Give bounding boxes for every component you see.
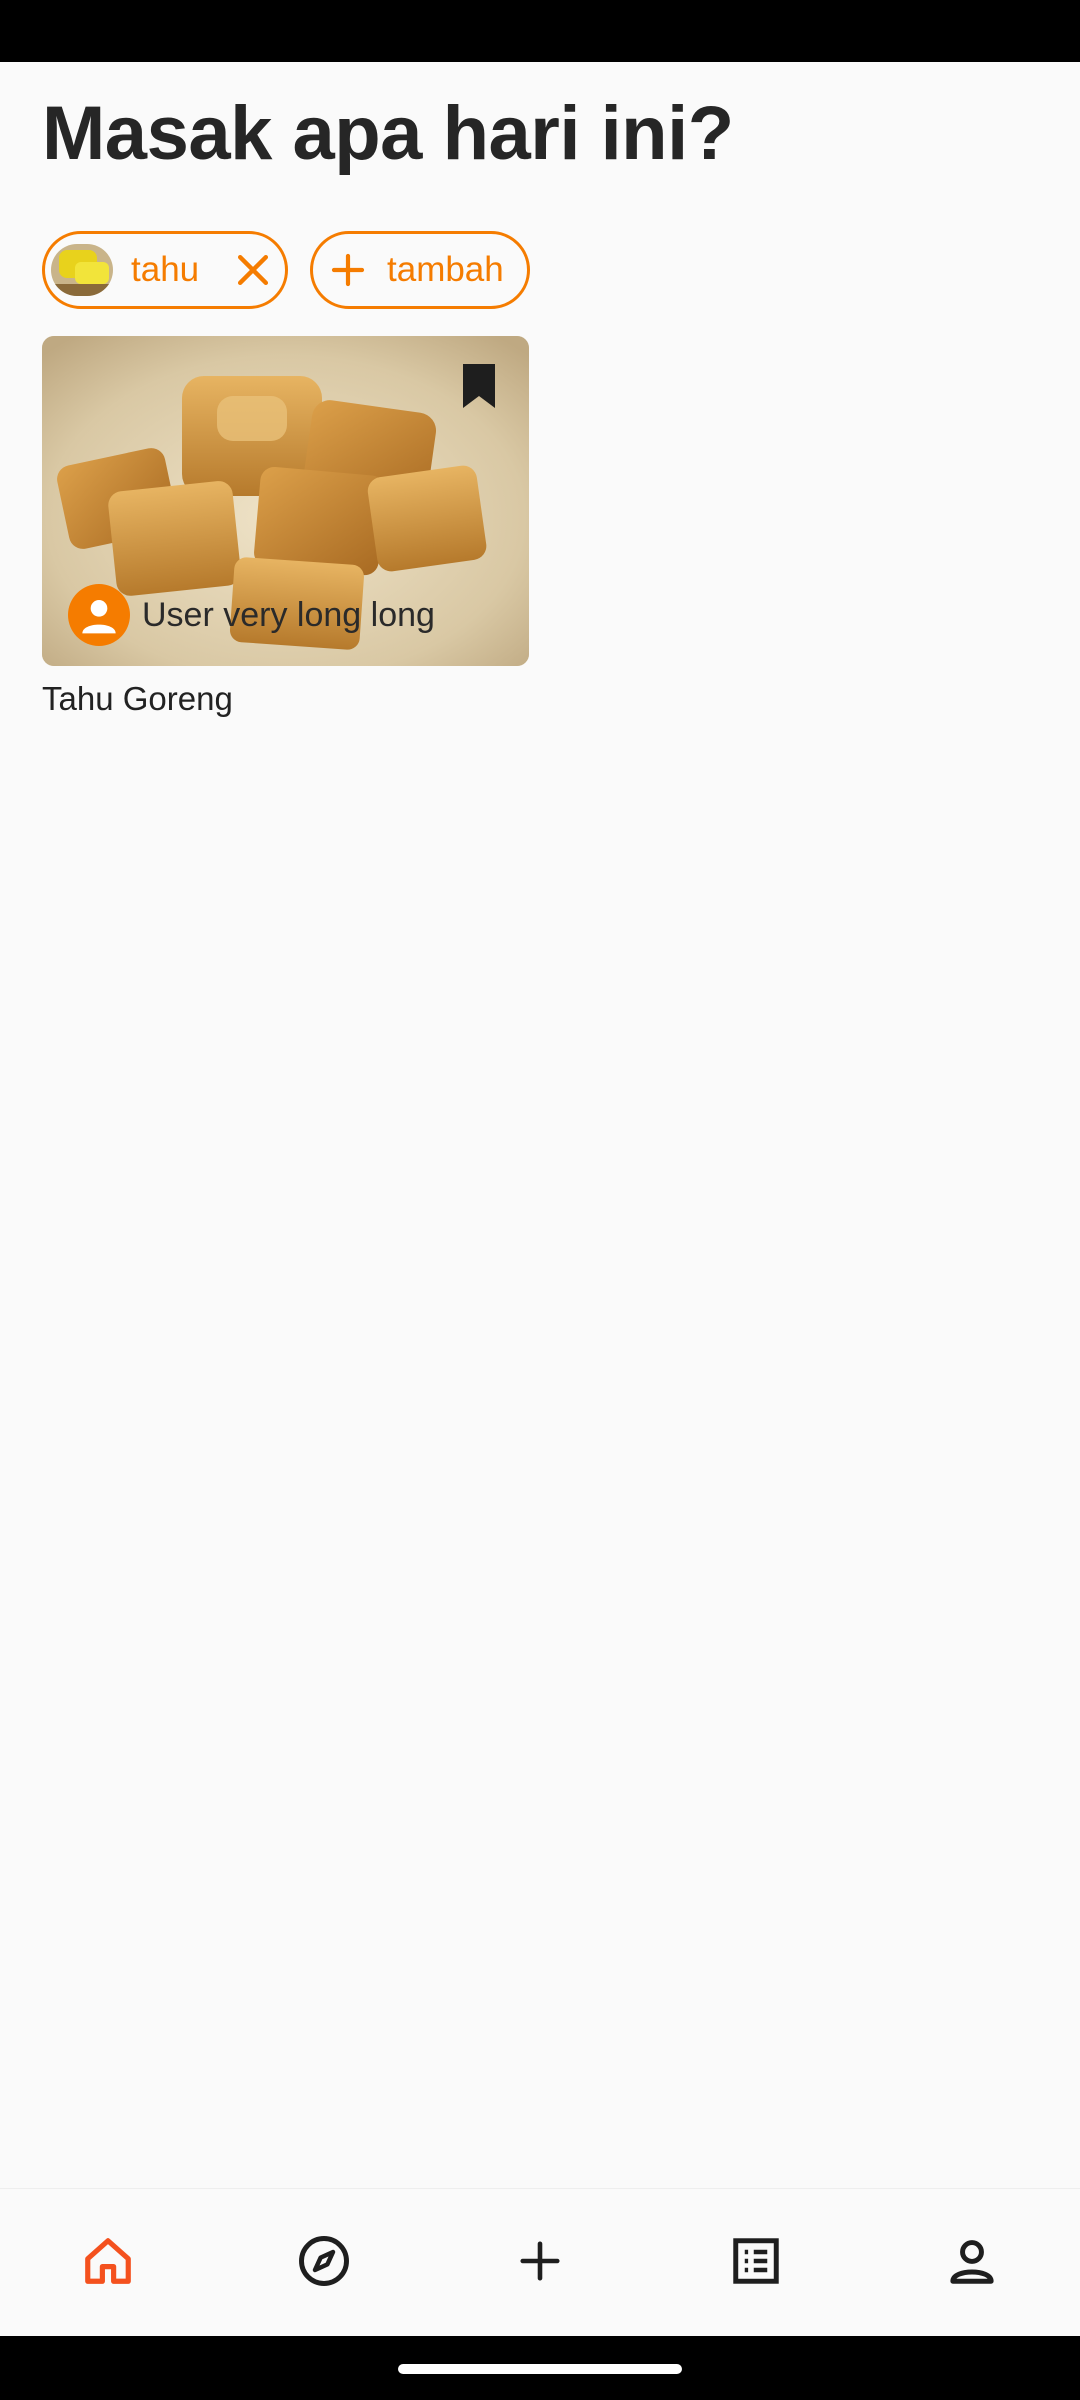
home-icon xyxy=(81,2234,135,2293)
nav-home[interactable] xyxy=(0,2189,216,2337)
filter-chips: tahu tambah xyxy=(42,231,530,309)
nav-create[interactable] xyxy=(432,2189,648,2337)
compass-icon xyxy=(297,2234,351,2293)
gesture-bar xyxy=(0,2336,1080,2400)
bookmark-icon[interactable] xyxy=(459,362,499,415)
author-name: User very long long xyxy=(142,595,435,634)
tofu-thumbnail xyxy=(51,244,113,296)
add-filter-button[interactable]: tambah xyxy=(310,231,530,309)
recipe-card[interactable]: User very long long Tahu Goreng xyxy=(42,336,529,718)
plus-icon xyxy=(327,249,369,291)
bottom-navigation xyxy=(0,2188,1080,2336)
filter-chip-tahu[interactable]: tahu xyxy=(42,231,288,309)
nav-explore[interactable] xyxy=(216,2189,432,2337)
person-icon xyxy=(945,2234,999,2293)
list-icon xyxy=(729,2234,783,2293)
avatar xyxy=(68,584,130,646)
nav-profile[interactable] xyxy=(864,2189,1080,2337)
plus-icon xyxy=(517,2238,563,2289)
filter-chip-label: tahu xyxy=(131,250,200,289)
close-icon[interactable] xyxy=(231,248,275,292)
recipe-author: User very long long xyxy=(68,584,435,646)
recipe-image[interactable]: User very long long xyxy=(42,336,529,666)
recipe-title: Tahu Goreng xyxy=(42,680,233,717)
status-bar xyxy=(0,0,1080,62)
home-gesture-handle[interactable] xyxy=(398,2364,682,2374)
add-filter-label: tambah xyxy=(387,250,504,289)
page-title: Masak apa hari ini? xyxy=(42,91,734,176)
nav-list[interactable] xyxy=(648,2189,864,2337)
